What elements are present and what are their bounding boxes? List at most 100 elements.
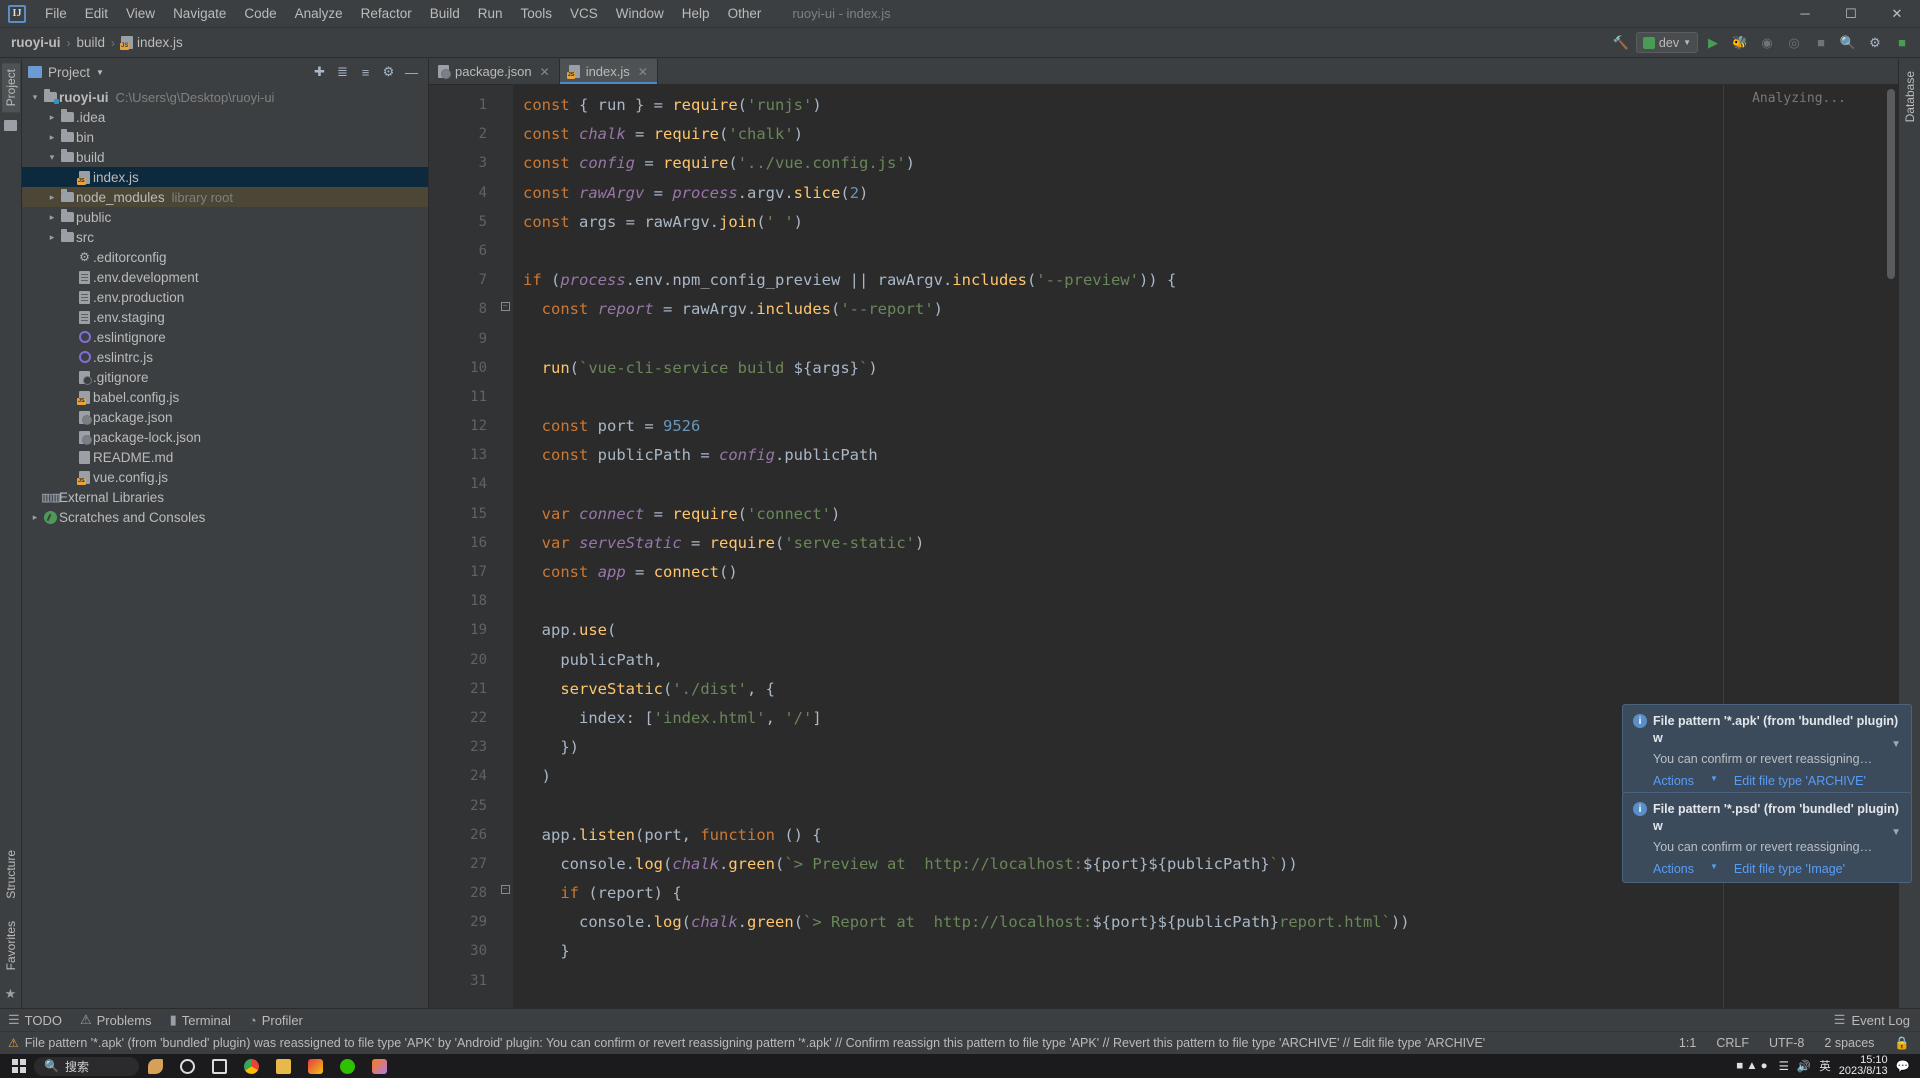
menu-navigate[interactable]: Navigate	[164, 2, 235, 25]
search-icon[interactable]: 🔍	[1836, 32, 1860, 54]
tree-node-index-js[interactable]: index.js	[22, 167, 428, 187]
settings-icon[interactable]: ⚙	[378, 62, 399, 83]
settings-icon[interactable]: ⚙	[1863, 32, 1887, 54]
menu-help[interactable]: Help	[673, 2, 719, 25]
editor-tab-package-json[interactable]: package.json ✕	[429, 59, 560, 84]
breadcrumb-file[interactable]: index.js	[116, 33, 188, 52]
build-icon[interactable]: 🔨	[1609, 32, 1633, 54]
menu-tools[interactable]: Tools	[512, 2, 562, 25]
start-button[interactable]	[4, 1055, 34, 1077]
expand-chevron-icon[interactable]: ▼	[1891, 739, 1901, 750]
maximize-button[interactable]: ☐	[1828, 0, 1874, 28]
line-separator[interactable]: CRLF	[1706, 1036, 1759, 1050]
tool-button-todo[interactable]: ☰ TODO	[8, 1012, 62, 1028]
tree-node--env-staging[interactable]: .env.staging	[22, 307, 428, 327]
menu-vcs[interactable]: VCS	[561, 2, 607, 25]
tree-expand-arrow-icon[interactable]: ▸	[45, 212, 59, 223]
menu-other[interactable]: Other	[719, 2, 771, 25]
layout-icon[interactable]: ■	[1890, 32, 1914, 54]
editor-tab-index-js[interactable]: index.js ✕	[559, 59, 658, 84]
minimize-button[interactable]: ─	[1782, 0, 1828, 28]
notification-apk[interactable]: i File pattern '*.apk' (from 'bundled' p…	[1622, 704, 1912, 795]
menu-build[interactable]: Build	[421, 2, 469, 25]
hide-icon[interactable]: —	[401, 62, 422, 83]
taskbar-app-explorer[interactable]	[268, 1055, 298, 1077]
tree-node--editorconfig[interactable]: ⚙ .editorconfig	[22, 247, 428, 267]
editor-tabs[interactable]: package.json ✕ index.js ✕	[429, 59, 1898, 85]
taskbar-app-wechat[interactable]	[332, 1055, 362, 1077]
taskbar-app-pen[interactable]	[140, 1055, 170, 1077]
tool-tab-favorites[interactable]: Favorites	[2, 915, 20, 976]
expand-all-icon[interactable]: ≣	[332, 62, 353, 83]
notification-center-icon[interactable]: 💬	[1896, 1059, 1910, 1073]
code-folding-gutter[interactable]: − − ╳ − − ╳	[497, 85, 513, 1008]
taskbar-app-idea[interactable]	[364, 1055, 394, 1077]
expand-chevron-icon[interactable]: ▼	[1891, 827, 1901, 838]
wifi-icon[interactable]: ☰	[1779, 1059, 1789, 1073]
tree-node-src[interactable]: ▸ src	[22, 227, 428, 247]
scrollbar-thumb[interactable]	[1887, 89, 1895, 279]
tree-node-ruoyi-ui[interactable]: ▾ ruoyi-ui C:\Users\g\Desktop\ruoyi-ui	[22, 87, 428, 107]
close-icon[interactable]: ✕	[540, 65, 550, 79]
tree-node--env-production[interactable]: .env.production	[22, 287, 428, 307]
tree-node-babel-config-js[interactable]: babel.config.js	[22, 387, 428, 407]
tree-node--env-development[interactable]: .env.development	[22, 267, 428, 287]
structure-tab-icon[interactable]	[4, 120, 17, 132]
lock-icon[interactable]: 🔒	[1884, 1036, 1920, 1051]
notification-edit-filetype-link[interactable]: Edit file type 'ARCHIVE'	[1734, 774, 1866, 788]
tree-node--idea[interactable]: ▸ .idea	[22, 107, 428, 127]
menu-window[interactable]: Window	[607, 2, 673, 25]
notification-actions-link[interactable]: Actions	[1653, 862, 1694, 876]
tool-button-problems[interactable]: ⚠ Problems	[80, 1012, 152, 1028]
profile-icon[interactable]: ◎	[1782, 32, 1806, 54]
tool-button-terminal[interactable]: ▮ Terminal	[170, 1012, 231, 1028]
menu-refactor[interactable]: Refactor	[352, 2, 421, 25]
tree-node-vue-config-js[interactable]: vue.config.js	[22, 467, 428, 487]
chevron-down-icon[interactable]: ▼	[1710, 862, 1718, 876]
tool-tab-structure[interactable]: Structure	[2, 844, 20, 905]
taskbar-search[interactable]: 🔍 搜索	[34, 1056, 139, 1076]
tree-node-package-json[interactable]: package.json	[22, 407, 428, 427]
run-icon[interactable]: ▶	[1701, 32, 1725, 54]
breadcrumb-project[interactable]: ruoyi-ui	[6, 33, 66, 52]
tool-tab-database[interactable]: Database	[1901, 65, 1919, 128]
tool-button-event-log[interactable]: Event Log	[1851, 1013, 1910, 1028]
tree-expand-arrow-icon[interactable]: ▸	[45, 192, 59, 203]
menu-view[interactable]: View	[117, 2, 164, 25]
notification-edit-filetype-link[interactable]: Edit file type 'Image'	[1734, 862, 1845, 876]
tree-node--eslintignore[interactable]: .eslintignore	[22, 327, 428, 347]
tree-node-scratches-and-consoles[interactable]: ▸ Scratches and Consoles	[22, 507, 428, 527]
fold-marker-if[interactable]: −	[499, 300, 511, 312]
taskbar-app-taskview[interactable]	[204, 1055, 234, 1077]
tree-node-node-modules[interactable]: ▸ node_modules library root	[22, 187, 428, 207]
tool-button-profiler[interactable]: ◔ Profiler	[249, 1013, 303, 1028]
locate-icon[interactable]: ✚	[309, 62, 330, 83]
tree-node-public[interactable]: ▸ public	[22, 207, 428, 227]
tree-expand-arrow-icon[interactable]: ▾	[28, 92, 42, 103]
taskbar-app-pycharm[interactable]	[300, 1055, 330, 1077]
fold-marker-serve[interactable]: −	[499, 883, 511, 895]
file-encoding[interactable]: UTF-8	[1759, 1036, 1814, 1050]
close-button[interactable]: ✕	[1874, 0, 1920, 28]
menu-analyze[interactable]: Analyze	[286, 2, 352, 25]
tree-node-package-lock-json[interactable]: package-lock.json	[22, 427, 428, 447]
taskbar-app-chrome[interactable]	[236, 1055, 266, 1077]
indent-setting[interactable]: 2 spaces	[1814, 1036, 1884, 1050]
volume-icon[interactable]: 🔊	[1797, 1059, 1811, 1073]
project-tree[interactable]: ▾ ruoyi-ui C:\Users\g\Desktop\ruoyi-ui ▸ .id…	[22, 85, 428, 1008]
menu-edit[interactable]: Edit	[76, 2, 117, 25]
collapse-all-icon[interactable]: ≡	[355, 62, 376, 83]
stop-icon[interactable]: ■	[1809, 32, 1833, 54]
status-message[interactable]: File pattern '*.apk' (from 'bundled' plu…	[25, 1036, 1669, 1050]
tree-node-bin[interactable]: ▸ bin	[22, 127, 428, 147]
chevron-down-icon[interactable]: ▼	[1710, 774, 1718, 788]
menu-code[interactable]: Code	[235, 2, 285, 25]
menu-run[interactable]: Run	[469, 2, 512, 25]
notification-psd[interactable]: i File pattern '*.psd' (from 'bundled' p…	[1622, 792, 1912, 883]
tree-expand-arrow-icon[interactable]: ▸	[45, 132, 59, 143]
tree-expand-arrow-icon[interactable]: ▾	[45, 152, 59, 163]
coverage-icon[interactable]: ◉	[1755, 32, 1779, 54]
tree-node-readme-md[interactable]: README.md	[22, 447, 428, 467]
tree-node-external-libraries[interactable]: ▥▥ External Libraries	[22, 487, 428, 507]
close-icon[interactable]: ✕	[638, 65, 648, 79]
